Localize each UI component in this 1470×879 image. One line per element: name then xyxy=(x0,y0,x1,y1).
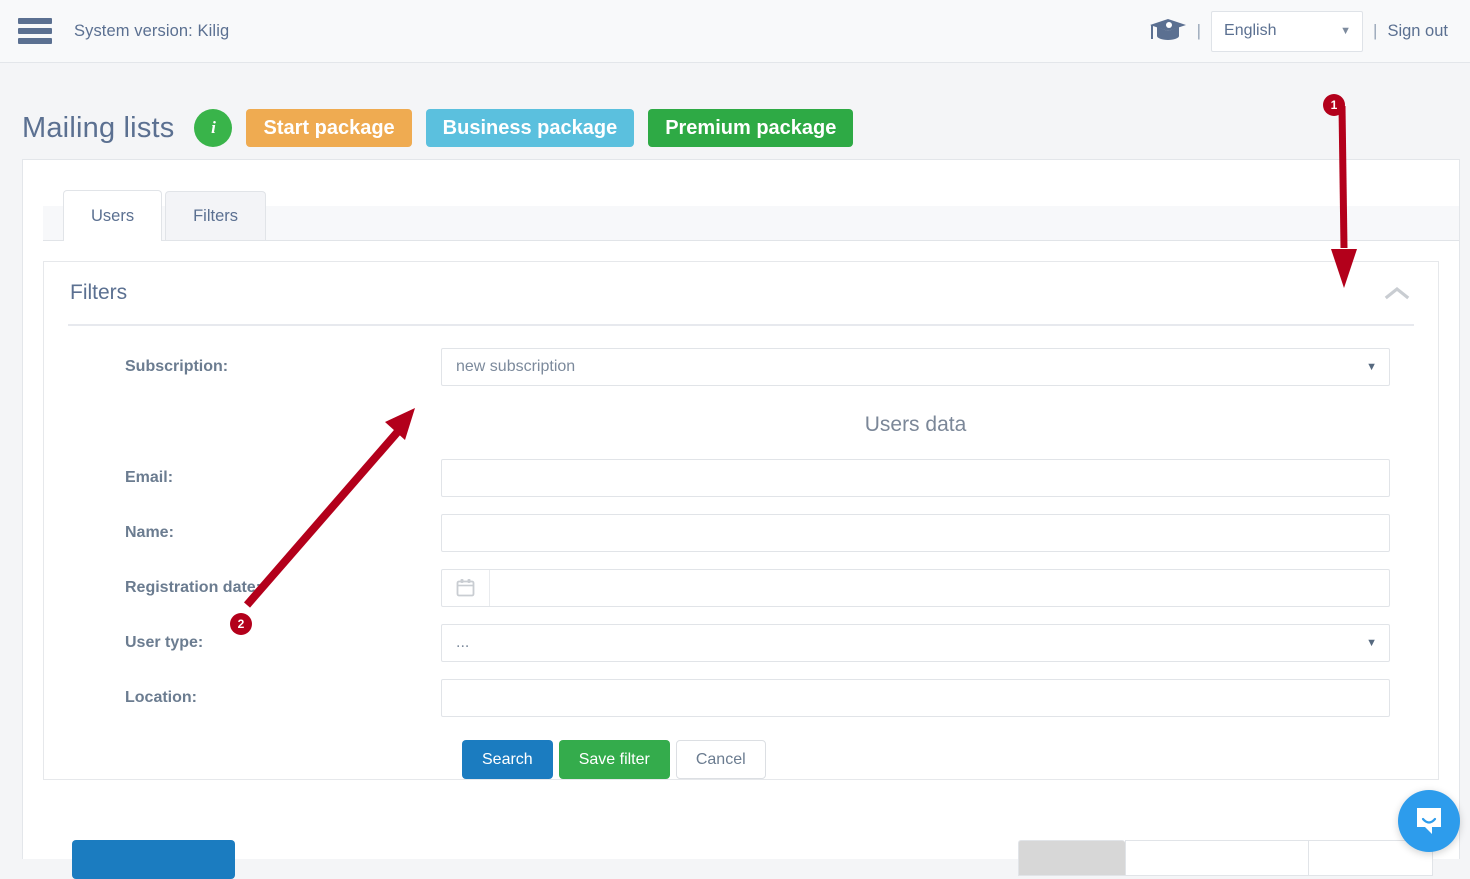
subscription-select-value: new subscription xyxy=(456,357,576,375)
main-content-card: Users Filters Filters Subscription: new … xyxy=(22,159,1460,879)
language-select-value: English xyxy=(1224,22,1277,39)
sign-out-link[interactable]: Sign out xyxy=(1387,22,1448,41)
annotation-marker-1: 1 xyxy=(1323,94,1345,116)
filters-panel-header: Filters xyxy=(44,262,1438,324)
premium-package-button[interactable]: Premium package xyxy=(648,109,854,147)
filters-form: Subscription: new subscription ▼ Users d… xyxy=(44,326,1438,779)
form-row-email: Email: xyxy=(44,455,1438,500)
tab-users[interactable]: Users xyxy=(63,190,163,241)
topbar-separator-2: | xyxy=(1373,21,1378,40)
table-header-cell[interactable] xyxy=(1018,840,1125,876)
annotation-marker-2: 2 xyxy=(230,613,252,635)
form-row-user-type: User type: ... ▼ xyxy=(44,620,1438,665)
page-title: Mailing lists xyxy=(22,111,175,144)
info-icon[interactable]: i xyxy=(194,109,233,147)
bottom-primary-button[interactable] xyxy=(72,840,235,879)
filters-action-buttons: Search Save filter Cancel xyxy=(44,732,1438,779)
name-label: Name: xyxy=(125,523,174,541)
subscription-select[interactable]: new subscription ▼ xyxy=(441,347,1390,386)
users-data-heading: Users data xyxy=(864,413,967,436)
hamburger-menu-icon[interactable] xyxy=(18,18,52,44)
chevron-down-icon: ▼ xyxy=(1366,636,1377,649)
chevron-up-icon[interactable] xyxy=(1384,285,1410,301)
email-label: Email: xyxy=(125,468,174,486)
chevron-down-icon: ▼ xyxy=(1340,25,1352,37)
table-header-cell[interactable] xyxy=(1125,840,1308,876)
results-table-header xyxy=(1018,840,1433,876)
hamburger-bar xyxy=(18,18,52,24)
cancel-button[interactable]: Cancel xyxy=(675,740,766,779)
hamburger-bar xyxy=(18,28,52,34)
search-button[interactable]: Search xyxy=(462,740,553,779)
hamburger-bar xyxy=(18,38,52,44)
top-bar: System version: Kilig | English ▼ | Sign… xyxy=(0,0,1470,63)
tab-users-label: Users xyxy=(91,206,135,225)
system-version-label: System version: Kilig xyxy=(74,21,230,40)
top-bar-right: | English ▼ | Sign out xyxy=(1149,10,1448,52)
form-row-registration-date: Registration date: xyxy=(44,565,1438,610)
user-type-select-value: ... xyxy=(456,633,470,651)
location-label: Location: xyxy=(125,688,197,706)
start-package-button[interactable]: Start package xyxy=(246,109,412,147)
email-field[interactable] xyxy=(441,458,1390,497)
topbar-separator-1: | xyxy=(1196,21,1202,40)
filters-panel: Filters Subscription: new subscription ▼… xyxy=(43,261,1439,780)
name-field[interactable] xyxy=(441,513,1390,552)
tab-bar: Users Filters xyxy=(43,190,1459,241)
form-row-name: Name: xyxy=(44,510,1438,555)
user-type-select[interactable]: ... ▼ xyxy=(441,623,1390,662)
tab-filters-label: Filters xyxy=(193,206,239,225)
registration-date-field[interactable] xyxy=(441,568,1390,607)
language-select[interactable]: English ▼ xyxy=(1211,10,1364,52)
save-filter-button[interactable]: Save filter xyxy=(558,740,670,779)
business-package-button[interactable]: Business package xyxy=(425,109,635,147)
form-row-subscription: Subscription: new subscription ▼ xyxy=(44,344,1438,389)
user-type-label: User type: xyxy=(125,633,204,651)
form-row-location: Location: xyxy=(44,675,1438,720)
calendar-icon[interactable] xyxy=(442,569,490,606)
chat-bubble-icon[interactable] xyxy=(1398,790,1460,852)
page-header: Mailing lists i Start package Business p… xyxy=(0,63,1470,159)
location-field[interactable] xyxy=(441,678,1390,717)
filters-panel-title: Filters xyxy=(70,281,128,304)
tab-filters[interactable]: Filters xyxy=(165,191,267,240)
chevron-down-icon: ▼ xyxy=(1366,360,1377,373)
registration-date-label: Registration date: xyxy=(125,578,262,596)
subscription-label: Subscription: xyxy=(125,357,229,375)
graduation-cap-icon[interactable] xyxy=(1149,16,1187,47)
